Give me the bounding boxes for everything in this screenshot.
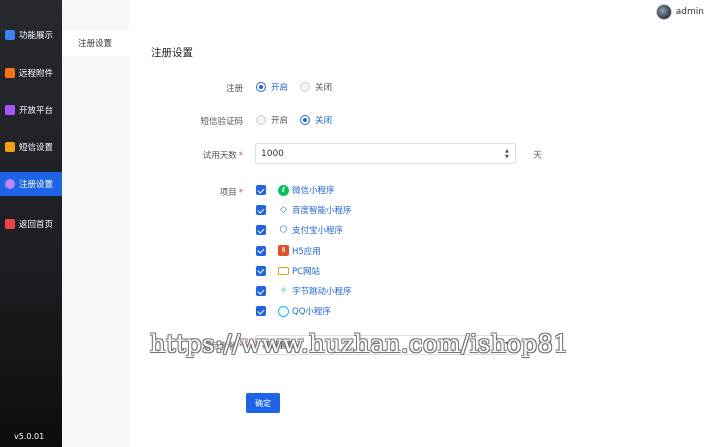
sms-code-on-radio[interactable]: 开启	[256, 114, 288, 126]
register-radio-group: 开启 关闭	[256, 81, 344, 93]
project-checkbox[interactable]	[256, 286, 266, 297]
project-option-qq: QQ小程序	[256, 301, 352, 321]
sidebar-item-register-settings[interactable]: 注册设置	[0, 172, 62, 196]
sms-code-label: 短信验证码	[200, 117, 243, 127]
main-sidebar: 功能展示 远程附件 开放平台 短信设置 注册设置 返回首页 v5.0.01	[0, 0, 62, 447]
project-checkbox[interactable]	[256, 185, 266, 196]
project-checkbox[interactable]	[256, 265, 266, 276]
trial-days-input[interactable]: 1000 ▲ ▼	[255, 143, 516, 164]
sidebar-item-label: 返回首页	[19, 220, 54, 230]
number-spinner-icon[interactable]: ▲ ▼	[505, 148, 511, 160]
project-option-bytedance: ✧ 字节跳动小程序	[256, 281, 352, 301]
subnav-item-register-settings[interactable]: 注册设置	[62, 30, 129, 56]
home-icon	[5, 219, 15, 229]
sub-sidebar: 注册设置	[62, 0, 129, 447]
html5-icon: 5	[278, 245, 289, 257]
sidebar-item-back-home[interactable]: 返回首页	[0, 212, 62, 236]
sidebar-item-label: 短信设置	[19, 143, 54, 153]
bytedance-icon: ✧	[278, 285, 289, 297]
submit-button[interactable]: 确定	[246, 393, 280, 413]
project-option-alipay: ⬡ 支付宝小程序	[256, 220, 352, 240]
project-option-pc: PC网站	[256, 261, 352, 281]
wechat-icon: ℓ	[278, 184, 289, 196]
project-option-baidu: ◇ 百度智能小程序	[256, 200, 352, 220]
qq-icon	[278, 305, 289, 317]
sms-code-off-radio[interactable]: 关闭	[300, 114, 332, 126]
attachment-icon	[5, 68, 15, 78]
user-icon	[5, 179, 15, 189]
page-title: 注册设置	[151, 47, 193, 59]
baidu-icon: ◇	[278, 204, 289, 216]
sidebar-item-label: 开放平台	[19, 106, 54, 116]
username: admin	[675, 7, 704, 17]
shield-icon	[5, 105, 15, 115]
project-option-wechat: ℓ 微信小程序	[256, 180, 352, 200]
register-on-radio[interactable]: 开启	[256, 81, 288, 93]
sidebar-item-sms-settings[interactable]: 短信设置	[0, 135, 62, 159]
trial-days-label: 试用天数 *	[202, 151, 243, 161]
version-label: v5.0.01	[14, 432, 45, 441]
alipay-icon: ⬡	[278, 224, 289, 236]
user-menu[interactable]: admin	[655, 4, 704, 20]
monitor-icon	[278, 266, 289, 275]
projects-checkbox-list: ℓ 微信小程序 ◇ 百度智能小程序 ⬡ 支付宝小程序 5 H5应用 PC网站 ✧…	[256, 180, 352, 321]
sidebar-item-feature-showcase[interactable]: 功能展示	[0, 23, 62, 47]
grid-icon	[5, 30, 15, 40]
sidebar-item-label: 注册设置	[19, 180, 54, 190]
trial-days-unit: 天	[533, 151, 543, 161]
projects-label: 项目 *	[219, 188, 243, 198]
project-checkbox[interactable]	[256, 245, 266, 256]
sidebar-item-remote-attachment[interactable]: 远程附件	[0, 61, 62, 85]
avatar	[655, 4, 672, 20]
register-label: 注册	[225, 84, 243, 94]
project-checkbox[interactable]	[256, 205, 266, 216]
sidebar-item-label: 远程附件	[19, 69, 54, 79]
sidebar-item-open-platform[interactable]: 开放平台	[0, 98, 62, 122]
watermark: https://www.huzhan.com/ishop81	[150, 330, 570, 358]
register-off-radio[interactable]: 关闭	[300, 81, 332, 93]
message-icon	[5, 142, 15, 152]
sms-code-radio-group: 开启 关闭	[256, 114, 344, 126]
project-checkbox[interactable]	[256, 225, 266, 236]
sidebar-item-label: 功能展示	[19, 31, 54, 41]
project-checkbox[interactable]	[256, 306, 266, 317]
project-option-h5: 5 H5应用	[256, 241, 352, 261]
